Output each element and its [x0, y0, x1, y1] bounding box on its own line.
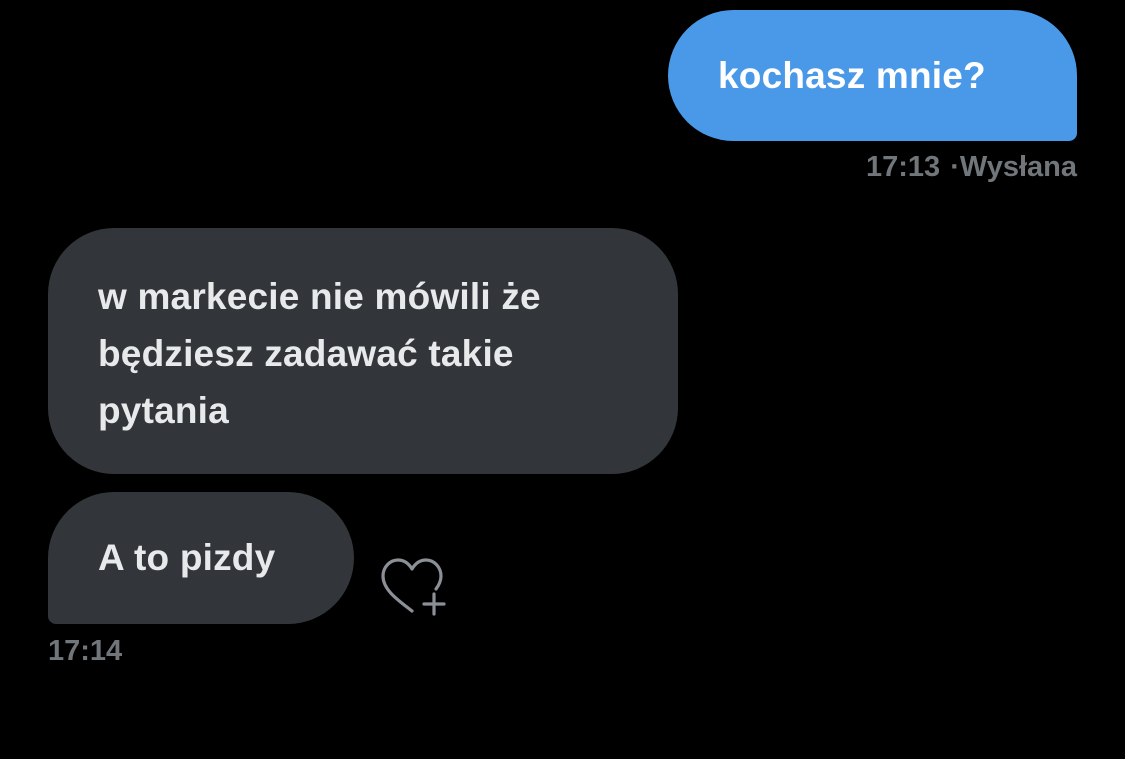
message-bubble-received[interactable]: A to pizdy: [48, 492, 354, 624]
meta-separator: ·: [950, 151, 960, 183]
message-meta-received: 17:14: [48, 634, 122, 668]
chat-thread: kochasz mnie? 17:13 ·Wysłana w markecie n…: [0, 0, 1125, 759]
message-text: w markecie nie mówili że będziesz zadawa…: [98, 276, 541, 431]
message-bubble-received[interactable]: w markecie nie mówili że będziesz zadawa…: [48, 228, 678, 474]
message-meta-sent: 17:13 ·Wysłana: [866, 150, 1077, 184]
message-text: A to pizdy: [98, 537, 276, 578]
message-time: 17:14: [48, 635, 123, 667]
message-bubble-sent[interactable]: kochasz mnie?: [668, 10, 1077, 141]
message-text: kochasz mnie?: [718, 55, 986, 96]
heart-plus-icon[interactable]: [378, 556, 450, 618]
message-time: 17:13: [866, 151, 941, 183]
message-status: Wysłana: [959, 151, 1077, 183]
